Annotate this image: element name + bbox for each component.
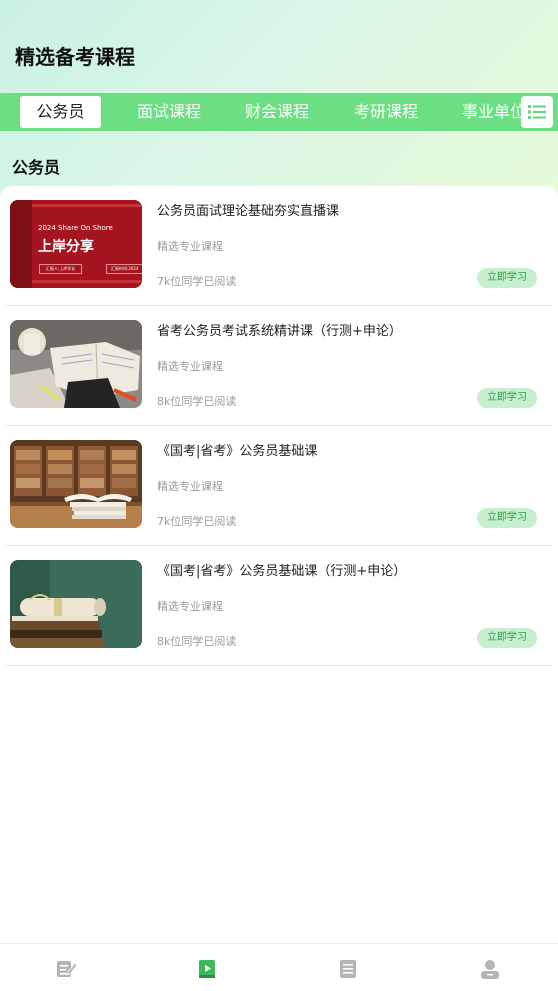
course-readers: 7k位同学已阅读 [157,515,237,528]
course-item[interactable]: 省考公务员考试系统精讲课（行测+申论） 精选专业课程 8k位同学已阅读 立即学习 [6,306,552,426]
nav-item-practice[interactable] [55,958,78,980]
page-title: 精选备考课程 [15,45,135,69]
course-title: 公务员面试理论基础夯实直播课 [157,204,340,219]
course-item[interactable]: 《国考|省考》公务员基础课 精选专业课程 7k位同学已阅读 立即学习 [6,426,552,546]
tab-civil-servant[interactable]: 公务员 [20,96,101,128]
tab-postgraduate[interactable]: 考研课程 [354,96,418,128]
course-subtitle: 精选专业课程 [157,240,223,253]
edit-note-icon [57,961,78,977]
course-list: 2024 Share On Shore 上岸分享 汇报人:上岸学长 汇报时间:2… [0,186,558,666]
nav-item-articles[interactable] [337,958,359,980]
tab-interview[interactable]: 面试课程 [137,96,201,128]
thumbnail-presenter: 汇报人:上岸学长 [39,264,83,274]
course-subtitle: 精选专业课程 [157,480,223,493]
course-title: 省考公务员考试系统精讲课（行测+申论） [157,324,402,339]
course-thumbnail [10,320,142,408]
thumbnail-date: 汇报时间:2024 [106,264,142,274]
course-readers: 8k位同学已阅读 [157,635,237,648]
nav-item-courses[interactable] [196,958,218,980]
study-now-button[interactable]: 立即学习 [477,268,537,288]
course-item[interactable]: 《国考|省考》公务员基础课（行测+申论） 精选专业课程 8k位同学已阅读 立即学… [6,546,552,666]
section-title: 公务员 [12,158,61,177]
tab-public-institution[interactable]: 事业单位 [462,96,526,128]
category-tab-bar: 公务员 面试课程 财会课程 考研课程 事业单位 [0,93,558,131]
course-thumbnail [10,440,142,528]
course-title: 《国考|省考》公务员基础课 [157,444,318,459]
study-now-button[interactable]: 立即学习 [477,628,537,648]
user-profile-icon [481,960,499,979]
nav-item-profile[interactable] [479,958,501,980]
study-now-button[interactable]: 立即学习 [477,388,537,408]
tab-accounting[interactable]: 财会课程 [245,96,309,128]
video-book-icon [199,960,215,978]
course-readers: 8k位同学已阅读 [157,395,237,408]
article-icon [340,960,356,978]
bottom-navigation [0,943,558,991]
course-readers: 7k位同学已阅读 [157,275,237,288]
course-subtitle: 精选专业课程 [157,600,223,613]
category-menu-button[interactable] [521,96,553,128]
study-now-button[interactable]: 立即学习 [477,508,537,528]
thumbnail-caption-en: 2024 Share On Shore [38,224,113,232]
thumbnail-caption-cn: 上岸分享 [38,239,94,255]
course-thumbnail [10,560,142,648]
course-thumbnail: 2024 Share On Shore 上岸分享 汇报人:上岸学长 汇报时间:2… [10,200,142,288]
course-item[interactable]: 2024 Share On Shore 上岸分享 汇报人:上岸学长 汇报时间:2… [6,186,552,306]
list-menu-icon [528,105,546,119]
course-title: 《国考|省考》公务员基础课（行测+申论） [157,564,407,579]
course-subtitle: 精选专业课程 [157,360,223,373]
